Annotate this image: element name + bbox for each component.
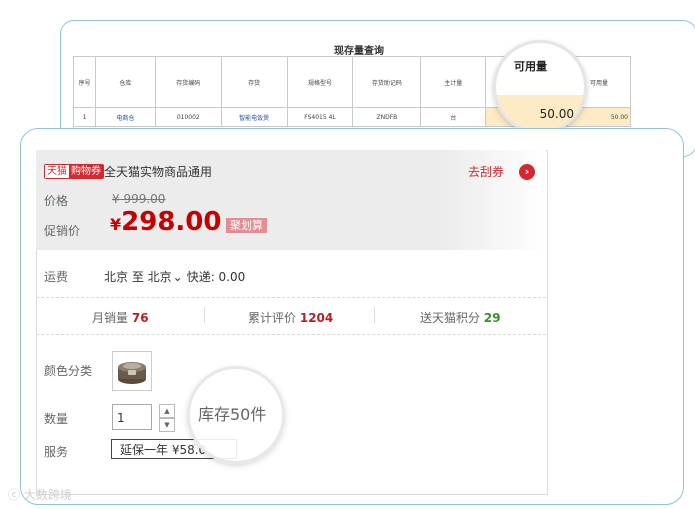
stat-label: 送天猫积分 [420,311,481,325]
stat-value: 76 [131,311,149,325]
shipping-route[interactable]: 北京 至 北京 [104,270,172,284]
rice-cooker-icon [118,362,146,384]
service-label: 服务 [44,445,69,459]
divider [36,297,546,298]
currency-symbol: ¥ [110,215,122,234]
table-cell: 1 [73,107,96,127]
promo-price-value: 298.00 [121,207,222,237]
header-cell: 主计量 [420,56,487,108]
quantity-label: 数量 [44,412,69,426]
shipping-label: 运费 [44,270,69,284]
chevron-right-icon[interactable]: › [519,164,535,180]
color-option-thumbnail[interactable] [112,351,152,391]
header-cell: 规格型号 [286,56,354,108]
header-cell: 存货编码 [154,56,222,108]
divider [374,307,375,323]
stat-label: 累计评价 [248,311,297,325]
shipping-fee: 快递: 0.00 [186,270,246,284]
stat-value: 1204 [299,311,334,325]
scratch-coupon-link[interactable]: 去刮券 [468,163,504,180]
table-cell: 010002 [154,107,222,127]
available-qty-value: 50.00 [539,107,574,121]
stat-value: 29 [483,311,501,325]
table-cell: FS4015 4L [286,107,354,127]
table-cell: ZNDFB [352,107,422,127]
product-link[interactable]: 智能电饭煲 [220,107,288,127]
watermark-text: 大数跨境 [23,488,72,502]
available-qty-label: 可用量 [514,60,547,73]
original-price: ¥ 999.00 [112,192,166,206]
chevron-down-icon[interactable]: ⌄ [173,270,183,284]
promo-price-label: 促销价 [44,224,81,238]
magnifier-available-qty: 可用量 50.00 [493,40,587,134]
quantity-input[interactable]: 1 [112,404,152,430]
monthly-sales-stat: 月销量 76 [92,309,149,326]
shipping-info: 北京 至 北京⌄ 快递: 0.00 [104,268,245,285]
increase-qty-icon[interactable]: ▲ [159,404,175,418]
reviews-stat[interactable]: 累计评价 1204 [248,309,333,326]
divider [204,307,205,323]
inventory-query-title: 现存量查询 [334,46,384,57]
watermark: ⓒ 大数跨境 [8,488,72,502]
tmall-tag-text: 天猫 [45,165,69,178]
header-cell: 存货 [220,56,288,108]
header-cell: 序号 [73,56,96,108]
juhuasuan-badge: 聚划算 [226,218,267,233]
stat-label: 月销量 [92,311,129,325]
coupon-tag-text: 购物券 [69,165,103,178]
divider [36,334,546,335]
coupon-description: 全天猫实物商品通用 [104,165,213,179]
table-cell: 台 [420,107,487,127]
header-cell: 存货助记码 [352,56,422,108]
price-label: 价格 [44,194,69,208]
points-stat: 送天猫积分 29 [420,309,501,326]
color-category-label: 颜色分类 [44,364,93,378]
promo-price: ¥298.00 [110,207,221,237]
warehouse-link[interactable]: 电商仓 [94,107,156,127]
magnifier-stock: 库存50件 [187,366,285,464]
decrease-qty-icon[interactable]: ▼ [159,418,175,432]
header-cell: 仓库 [94,56,156,108]
tmall-coupon-tag: 天猫 购物券 [44,164,104,179]
stock-text: 库存50件 [198,405,267,424]
